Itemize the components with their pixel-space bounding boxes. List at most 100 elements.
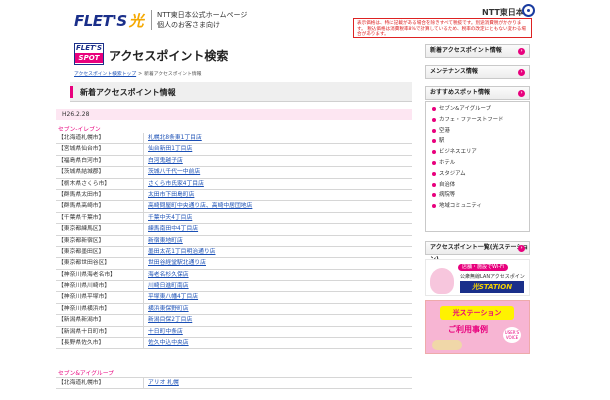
access-point-link[interactable]: 太田市下田島町店	[148, 190, 194, 201]
table-row: 【北海道札幌市】 アリオ 札幌	[56, 378, 412, 390]
cell-divider	[143, 167, 144, 179]
prefecture-cell: 【神奈川県横浜市】	[58, 305, 111, 312]
group-label-seven-eleven: セブン-イレブン	[58, 127, 101, 133]
sidebar-new-label: 新着アクセスポイント情報	[430, 47, 502, 54]
prefecture-cell: 【新潟県新潟市】	[58, 317, 105, 324]
bullet-icon	[432, 160, 436, 165]
prefecture-cell: 【神奈川県川崎市】	[58, 283, 111, 290]
table-row: 【宮城県仙台市】 仙台新田1丁目店	[56, 144, 412, 156]
spot-category-label: 駅	[439, 138, 445, 145]
access-point-link[interactable]: さくら市氏家4丁目店	[148, 179, 204, 190]
official-line-2: 個人のお客さま向け	[157, 21, 220, 29]
access-point-link[interactable]: 茨城八千代一中前店	[148, 167, 200, 178]
cell-divider	[143, 144, 144, 156]
section-accent-bar	[70, 86, 73, 98]
prefecture-cell: 【北海道札幌市】	[58, 135, 105, 141]
access-point-link[interactable]: 川崎日進町南店	[148, 281, 189, 292]
access-point-link[interactable]: 練馬南田中4丁目店	[148, 224, 198, 235]
cell-divider	[143, 338, 144, 350]
spot-category-item[interactable]: 病院等	[432, 190, 503, 201]
table-row: 【神奈川県横浜市】 横浜東保野町店	[56, 303, 412, 316]
access-point-link[interactable]: 白河鬼越子店	[148, 156, 183, 167]
chevron-right-icon: ›	[518, 48, 525, 55]
bullet-icon	[432, 128, 436, 133]
official-site-label: NTT東日本公式ホームページ 個人のお客さま向け	[157, 10, 247, 30]
table-row: 【群馬県高崎市】 高崎問屋町中央通り店、高崎中居団地店	[56, 201, 412, 213]
prefecture-cell: 【東京都世田谷区】	[58, 260, 111, 267]
sidebar-access-point-list-button[interactable]: アクセスポイント一覧(光ステーション) ›	[425, 241, 530, 263]
table-row: 【福島県白河市】 白河鬼越子店	[56, 155, 412, 168]
spot-category-item[interactable]: スタジアム	[432, 169, 503, 180]
flets-hikari-logo[interactable]: FLET'S 光	[74, 10, 144, 31]
access-point-link[interactable]: 墨田太花1丁目明治通り店	[148, 247, 215, 258]
prefecture-cell: 【長野県佐久市】	[58, 340, 105, 347]
access-point-link[interactable]: 仙台新田1丁目店	[148, 144, 192, 155]
table-row: 【群馬県太田市】 太田市下田島町店	[56, 189, 412, 202]
table-row: 【東京都練馬区】 練馬南田中4丁目店	[56, 224, 412, 236]
access-point-link[interactable]: 佐久中込中央店	[148, 338, 189, 349]
table-row: 【東京都新宿区】 新宿東地町店	[56, 235, 412, 247]
official-line-1: NTT東日本公式ホームページ	[157, 11, 248, 19]
table-row: 【新潟県十日町市】 十日町中条店	[56, 326, 412, 339]
spot-category-item[interactable]: 駅	[432, 136, 503, 147]
bullet-icon	[432, 182, 436, 187]
spot-category-label: カフェ・ファーストフード	[439, 116, 504, 123]
spot-category-item[interactable]: セブン&アイグループ	[432, 104, 503, 115]
breadcrumb-separator: >	[138, 72, 143, 77]
access-point-table-2: 【北海道札幌市】 アリオ 札幌	[56, 377, 412, 390]
sidebar-recommended-spots-button[interactable]: おすすめスポット情報 ›	[425, 86, 530, 100]
table-row: 【北海道札幌市】 札幌北8条東1丁目店	[56, 133, 412, 145]
prefecture-cell: 【千葉県千葉市】	[58, 214, 105, 221]
banner2-sub: ご利用事例	[448, 325, 488, 334]
cell-divider	[143, 201, 144, 213]
access-point-link[interactable]: 世田谷経堂駅北通り店	[148, 258, 206, 269]
cell-divider	[143, 246, 144, 258]
access-point-link[interactable]: アリオ 札幌	[148, 378, 179, 389]
spot-category-item[interactable]: ホテル	[432, 158, 503, 169]
spot-category-label: ホテル	[439, 159, 456, 166]
spot-category-label: 病院等	[439, 192, 456, 199]
mascot-icon	[430, 268, 454, 294]
recommended-spots-list: セブン&アイグループ カフェ・ファーストフード 空港駅ビジネスエリア ホテルスタジアム…	[425, 101, 530, 232]
spot-category-label: 空港	[439, 127, 450, 134]
breadcrumb-home-link[interactable]: アクセスポイント検索トップ	[74, 72, 136, 77]
prefecture-cell: 【福島県白河市】	[58, 157, 105, 164]
cell-divider	[143, 224, 144, 236]
prefecture-cell: 【東京都墨田区】	[58, 248, 105, 255]
tax-notice: 表示価格は、特に記載がある場合を除きすべて税抜です。別途消費税がかかります。 税…	[353, 18, 532, 38]
bullet-icon	[432, 171, 436, 176]
access-point-link[interactable]: 十日町中条店	[148, 327, 183, 338]
ntt-east-brand[interactable]: NTT東日本	[482, 7, 524, 18]
sidebar-maintenance-button[interactable]: メンテナンス情報 ›	[425, 65, 530, 79]
bullet-icon	[432, 150, 436, 155]
access-point-link[interactable]: 海老名杉久保店	[148, 270, 189, 281]
spot-category-item[interactable]: 自治体	[432, 180, 503, 191]
sidebar-new-access-points-button[interactable]: 新着アクセスポイント情報 ›	[425, 44, 530, 58]
prefecture-cell: 【神奈川県海老名市】	[58, 271, 116, 278]
cell-divider	[143, 315, 144, 327]
access-point-link[interactable]: 千葉中天4丁目店	[148, 213, 192, 224]
table-row: 【神奈川県海老名市】 海老名杉久保店	[56, 269, 412, 282]
access-point-link[interactable]: 新宿東地町店	[148, 236, 183, 247]
access-point-link[interactable]: 平塚東八幡4丁目店	[148, 292, 198, 303]
cell-divider	[143, 189, 144, 201]
spot-category-item[interactable]: ビジネスエリア	[432, 147, 503, 158]
access-point-link[interactable]: 横浜東保野町店	[148, 304, 189, 315]
spot-category-item[interactable]: 地域コミュニティ	[432, 201, 503, 212]
table-row: 【栃木県さくら市】 さくら市氏家4丁目店	[56, 178, 412, 190]
access-point-link[interactable]: 札幌北8条東1丁目店	[148, 133, 202, 144]
access-point-link[interactable]: 高崎問屋町中央通り店、高崎中居団地店	[148, 201, 252, 212]
usage-examples-banner[interactable]: 光ステーション ご利用事例 USER'S VOICE	[425, 300, 530, 354]
spot-category-label: 自治体	[439, 181, 456, 188]
cell-divider	[143, 133, 144, 144]
spot-category-item[interactable]: 空港	[432, 126, 503, 137]
hikari-station-banner[interactable]: 店舗・施設でWi-Fi 公衆無線LANアクセスポイント 光STATION	[425, 259, 530, 296]
prefecture-cell: 【東京都新宿区】	[58, 237, 105, 244]
prefecture-cell: 【東京都練馬区】	[58, 226, 105, 233]
cell-divider	[143, 155, 144, 167]
bullet-icon	[432, 107, 436, 111]
prefecture-cell: 【群馬県太田市】	[58, 191, 105, 198]
spot-category-item[interactable]: カフェ・ファーストフード	[432, 115, 503, 126]
access-point-link[interactable]: 新潟目保2丁目店	[148, 315, 192, 326]
table-row: 【新潟県新潟市】 新潟目保2丁目店	[56, 315, 412, 327]
